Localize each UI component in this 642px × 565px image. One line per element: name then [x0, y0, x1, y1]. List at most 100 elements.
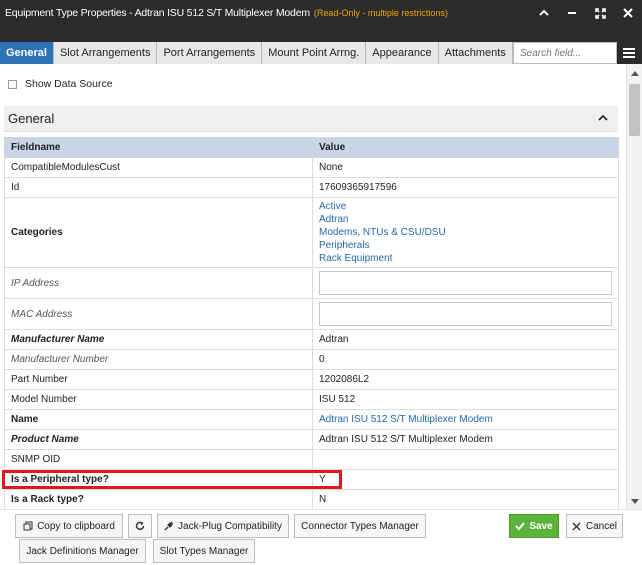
tab-list: General Slot Arrangements Port Arrangeme… — [0, 42, 513, 64]
field-name: Manufacturer Name — [4, 329, 313, 350]
field-name: SNMP OID — [4, 449, 313, 470]
vertical-scrollbar[interactable] — [626, 64, 642, 509]
close-icon[interactable] — [622, 7, 634, 19]
table-row: IP Address — [4, 267, 619, 299]
table-row: Is a Peripheral type? Y — [4, 469, 619, 490]
category-link[interactable]: Rack Equipment — [319, 252, 618, 265]
plug-icon — [164, 521, 174, 531]
field-name: Categories — [4, 197, 313, 268]
close-icon — [572, 521, 582, 531]
field-value: 17609365917596 — [312, 177, 619, 198]
categories-value: Active Adtran Modems, NTUs & CSU/DSU Per… — [312, 197, 619, 268]
readonly-note: (Read-Only - multiple restrictions) — [313, 8, 448, 18]
field-value — [312, 298, 619, 330]
field-name: Product Name — [4, 429, 313, 450]
tab-appearance[interactable]: Appearance — [366, 42, 439, 64]
connector-types-manager-button[interactable]: Connector Types Manager — [294, 514, 426, 538]
name-link[interactable]: Adtran ISU 512 S/T Multiplexer Modem — [312, 409, 619, 430]
jack-plug-label: Jack-Plug Compatibility — [178, 520, 282, 532]
show-data-source-checkbox[interactable] — [8, 79, 17, 89]
table-row: Id 17609365917596 — [4, 177, 619, 198]
table-row: Manufacturer Number 0 — [4, 349, 619, 370]
ip-address-input[interactable] — [319, 271, 612, 295]
checkmark-icon — [515, 521, 526, 531]
field-value: None — [312, 157, 619, 178]
copy-to-clipboard-button[interactable]: Copy to clipboard — [15, 514, 123, 538]
field-name: Part Number — [4, 369, 313, 390]
table-row: SNMP OID — [4, 449, 619, 470]
field-name: IP Address — [4, 267, 313, 299]
footer-toolbar: Copy to clipboard Jack-Plug Compatibilit… — [0, 509, 642, 565]
table-row: Model Number ISU 512 — [4, 389, 619, 410]
field-name: Is a Rack type? — [4, 489, 313, 509]
field-value: ISU 512 — [312, 389, 619, 410]
tab-slot-arrangements[interactable]: Slot Arrangements — [53, 42, 158, 64]
field-value: N — [312, 489, 619, 509]
minimize-icon[interactable] — [566, 7, 578, 19]
category-link[interactable]: Active — [319, 200, 618, 213]
search-input[interactable] — [514, 43, 616, 63]
field-value — [312, 449, 619, 470]
copy-icon — [23, 521, 33, 531]
field-value: Adtran — [312, 329, 619, 350]
refresh-button[interactable] — [128, 514, 152, 538]
category-link[interactable]: Adtran — [319, 213, 618, 226]
field-name: Is a Peripheral type? — [4, 469, 313, 490]
show-data-source-label: Show Data Source — [25, 78, 113, 90]
search-field-box — [513, 42, 617, 64]
field-name: MAC Address — [4, 298, 313, 330]
field-name: Manufacturer Number — [4, 349, 313, 370]
save-button[interactable]: Save — [509, 514, 559, 538]
field-value — [312, 267, 619, 299]
table-row: MAC Address — [4, 298, 619, 330]
field-name: Id — [4, 177, 313, 198]
table-row: Categories Active Adtran Modems, NTUs & … — [4, 197, 619, 268]
show-data-source[interactable]: Show Data Source — [8, 78, 113, 90]
field-name: Model Number — [4, 389, 313, 410]
table-row: Manufacturer Name Adtran — [4, 329, 619, 350]
table-row: Is a Rack type? N — [4, 489, 619, 509]
field-value: Y — [312, 469, 619, 490]
cancel-button[interactable]: Cancel — [566, 514, 623, 538]
field-value: Adtran ISU 512 S/T Multiplexer Modem — [312, 429, 619, 450]
jack-definitions-manager-button[interactable]: Jack Definitions Manager — [19, 539, 146, 563]
section-title: General — [8, 111, 55, 126]
categories-list: Active Adtran Modems, NTUs & CSU/DSU Per… — [319, 200, 618, 265]
scroll-down-icon[interactable] — [631, 497, 639, 505]
tab-port-arrangements[interactable]: Port Arrangements — [157, 42, 263, 64]
field-value: 1202086L2 — [312, 369, 619, 390]
jack-plug-compatibility-button[interactable]: Jack-Plug Compatibility — [157, 514, 289, 538]
chevron-up-icon[interactable] — [598, 114, 608, 124]
copy-label: Copy to clipboard — [37, 520, 115, 532]
save-label: Save — [529, 520, 553, 532]
cancel-label: Cancel — [585, 520, 617, 532]
field-name: Name — [4, 409, 313, 430]
refresh-icon — [135, 521, 145, 531]
header-fieldname: Fieldname — [4, 137, 313, 158]
menu-icon[interactable] — [622, 46, 636, 60]
category-link[interactable]: Modems, NTUs & CSU/DSU — [319, 226, 618, 239]
properties-table: Fieldname Value CompatibleModulesCust No… — [4, 137, 619, 509]
category-link[interactable]: Peripherals — [319, 239, 618, 252]
section-header-general[interactable]: General — [4, 106, 618, 132]
slot-types-manager-button[interactable]: Slot Types Manager — [153, 539, 255, 563]
field-value: 0 — [312, 349, 619, 370]
content-area: Show Data Source General Fieldname Value… — [0, 64, 626, 509]
scroll-up-icon[interactable] — [631, 70, 639, 78]
field-name: CompatibleModulesCust — [4, 157, 313, 178]
window-title: Equipment Type Properties - Adtran ISU 5… — [5, 7, 310, 19]
table-row: Product Name Adtran ISU 512 S/T Multiple… — [4, 429, 619, 450]
tab-attachments[interactable]: Attachments — [438, 42, 513, 64]
tab-mount-point-arrangements[interactable]: Mount Point Arrng. — [262, 42, 367, 64]
header-value: Value — [312, 137, 619, 158]
title-bar: Equipment Type Properties - Adtran ISU 5… — [0, 0, 642, 26]
expand-icon[interactable] — [594, 7, 606, 19]
collapse-icon[interactable] — [538, 7, 550, 19]
table-header-row: Fieldname Value — [4, 137, 619, 158]
mac-address-input[interactable] — [319, 302, 612, 326]
table-row: CompatibleModulesCust None — [4, 157, 619, 178]
tab-general[interactable]: General — [0, 42, 54, 64]
table-row: Name Adtran ISU 512 S/T Multiplexer Mode… — [4, 409, 619, 430]
scrollbar-thumb[interactable] — [629, 84, 640, 136]
table-row: Part Number 1202086L2 — [4, 369, 619, 390]
